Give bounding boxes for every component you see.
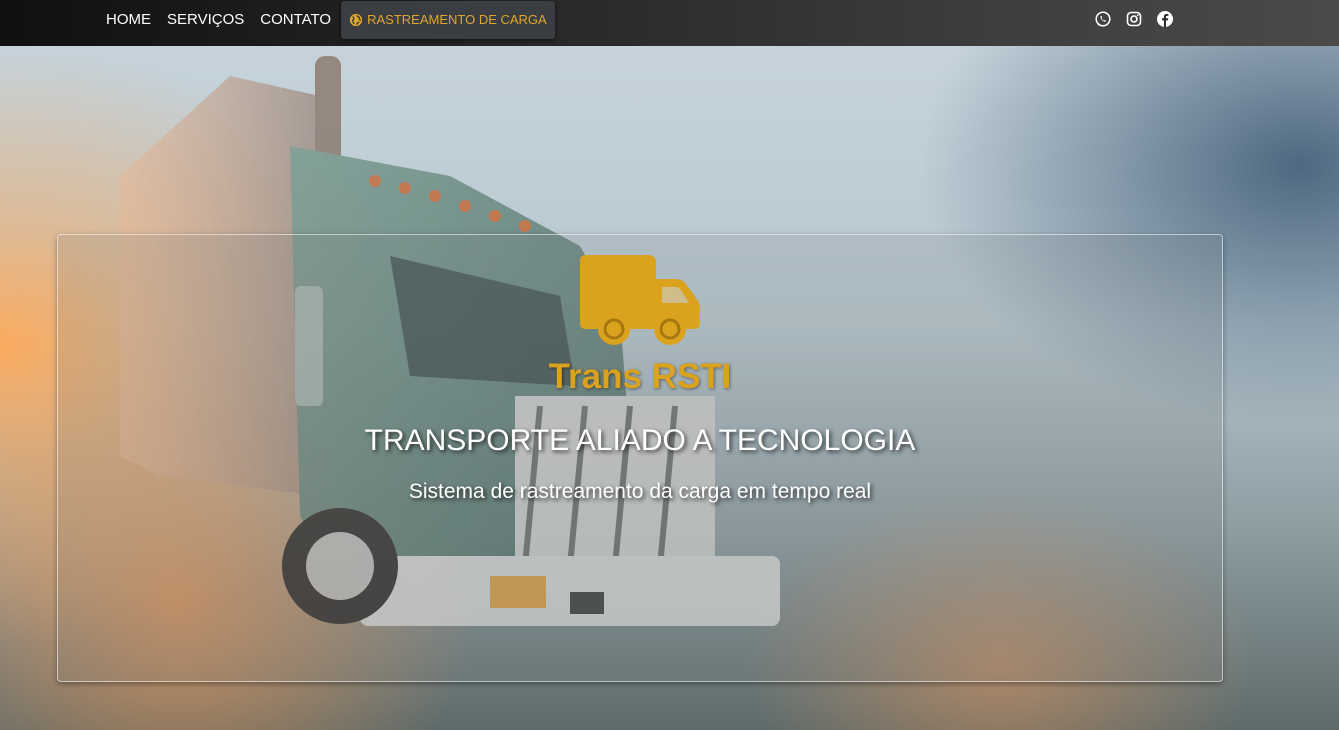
facebook-icon[interactable] xyxy=(1156,10,1174,28)
hero-card: Trans RSTI TRANSPORTE ALIADO A TECNOLOGI… xyxy=(57,234,1223,682)
hero-headline: TRANSPORTE ALIADO A TECNOLOGIA xyxy=(364,424,916,457)
nav-tracking-link[interactable]: RASTREAMENTO DE CARGA xyxy=(341,1,555,39)
nav-home-link[interactable]: HOME xyxy=(98,0,159,40)
instagram-icon[interactable] xyxy=(1125,10,1143,28)
nav-links: HOME SERVIÇOS CONTATO RASTREAMENTO DE CA… xyxy=(98,0,555,40)
truck-icon xyxy=(580,255,700,345)
nav-services-link[interactable]: SERVIÇOS xyxy=(159,0,252,40)
globe-icon xyxy=(349,13,363,27)
page: HOME SERVIÇOS CONTATO RASTREAMENTO DE CA… xyxy=(0,0,1339,730)
top-navbar: HOME SERVIÇOS CONTATO RASTREAMENTO DE CA… xyxy=(0,0,1339,46)
hero-subheadline: Sistema de rastreamento da carga em temp… xyxy=(408,480,872,503)
social-links xyxy=(1094,10,1174,28)
whatsapp-icon[interactable] xyxy=(1094,10,1112,28)
nav-tracking-label: RASTREAMENTO DE CARGA xyxy=(367,12,547,27)
brand-name: Trans RSTI xyxy=(548,357,732,396)
nav-contact-link[interactable]: CONTATO xyxy=(252,0,339,40)
